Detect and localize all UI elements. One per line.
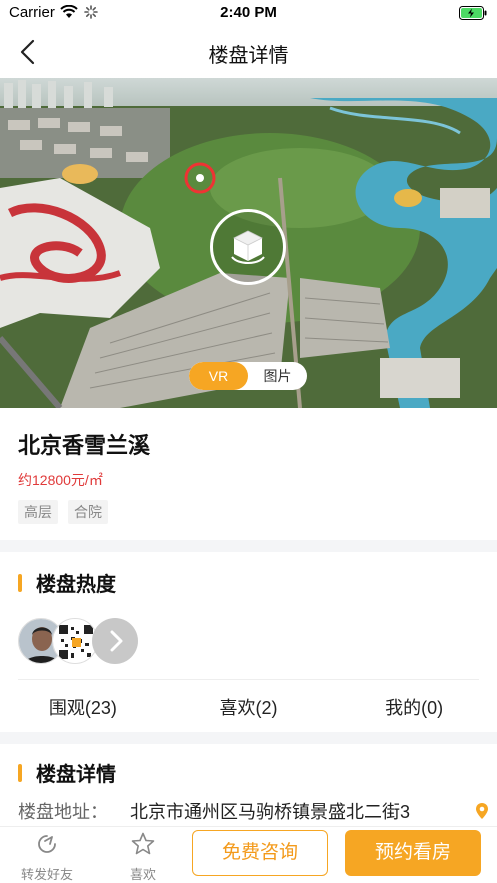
popularity-section: 楼盘热度 围观(23) 喜欢(2) 我的(0) (0, 552, 497, 732)
hero-aerial-image[interactable]: VR 图片 (0, 78, 497, 408)
share-icon (38, 835, 56, 853)
status-bar: Carrier 2:40 PM (0, 0, 497, 26)
vr-view-button[interactable] (210, 209, 286, 285)
tab-vr[interactable]: VR (189, 362, 248, 390)
tag-high-rise: 高层 (18, 500, 58, 524)
nav-bar: 楼盘详情 (0, 26, 497, 78)
location-pin-icon[interactable] (475, 802, 489, 820)
property-tags: 高层 合院 (18, 500, 108, 524)
popularity-header: 楼盘热度 (18, 568, 116, 597)
section-divider (0, 540, 497, 552)
tag-courtyard: 合院 (68, 500, 108, 524)
property-name: 北京香雪兰溪 (18, 433, 151, 458)
like-button[interactable]: 喜欢 (108, 831, 178, 883)
section-divider (0, 732, 497, 744)
free-consult-button[interactable]: 免费咨询 (192, 830, 328, 876)
clock: 2:40 PM (220, 4, 277, 21)
page-title: 楼盘详情 (208, 45, 289, 67)
battery-charging-icon (459, 6, 487, 20)
more-visitors-button[interactable] (92, 618, 138, 664)
section-accent-bar (18, 763, 22, 782)
share-label: 转发好友 (20, 867, 73, 882)
star-icon (131, 832, 155, 855)
details-title: 楼盘详情 (36, 764, 116, 786)
popularity-stats: 围观(23) 喜欢(2) 我的(0) (0, 694, 497, 720)
bottom-action-bar: 转发好友 喜欢 免费咨询 预约看房 (0, 826, 497, 883)
address-label: 楼盘地址： (18, 802, 108, 822)
divider-line (18, 679, 479, 680)
details-header: 楼盘详情 (18, 758, 116, 787)
popularity-title: 楼盘热度 (36, 574, 116, 596)
tab-photos[interactable]: 图片 (248, 362, 307, 390)
share-button[interactable]: 转发好友 (12, 831, 82, 883)
stat-likes[interactable]: 喜欢(2) (166, 694, 332, 720)
stat-mine[interactable]: 我的(0) (331, 694, 497, 720)
media-type-toggle: VR 图片 (189, 362, 307, 390)
section-accent-bar (18, 573, 22, 592)
details-section: 楼盘详情 楼盘地址： 北京市通州区马驹桥镇景盛北二街3 (0, 744, 497, 826)
property-price: 约12800元/㎡ (18, 472, 103, 488)
stat-views[interactable]: 围观(23) (0, 694, 166, 720)
chevron-right-icon (110, 630, 123, 652)
address-value: 北京市通州区马驹桥镇景盛北二街3 (130, 802, 411, 822)
property-info: 北京香雪兰溪 约12800元/㎡ 高层 合院 (0, 408, 497, 540)
book-viewing-button[interactable]: 预约看房 (345, 830, 481, 876)
like-label: 喜欢 (129, 867, 156, 882)
vr-cube-icon (231, 230, 265, 264)
